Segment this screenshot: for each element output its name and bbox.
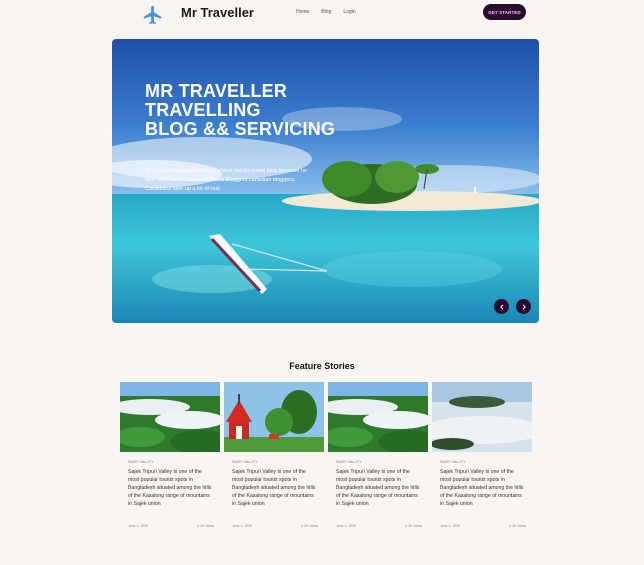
feature-stories-title: Feature Stories [289,361,355,371]
hero-description: When planning your next trip, check out … [145,168,308,192]
story-tag: SURY VALLEY [232,460,258,464]
story-views: 2.2K views [301,524,318,528]
get-started-button[interactable]: GET STARTED [483,4,526,20]
story-card[interactable]: SURY VALLEY Sajek Tripuri Valley is one … [224,382,324,532]
hero-title-line: BLOG && SERVICING [145,119,336,139]
airplane-icon[interactable] [142,4,164,26]
story-date: June 1, 2020 [336,524,357,528]
story-card[interactable]: SURY VALLEY Sajek Tripuri Valley is one … [432,382,532,532]
nav-link-home[interactable]: Home [296,9,309,15]
brand-name[interactable]: Mr Traveller [181,5,254,20]
story-image[interactable] [432,382,532,452]
story-description: Sajek Tripuri Valley is one of the most … [232,469,316,507]
chevron-right-icon [522,304,526,309]
story-tag: SURY VALLEY [128,460,154,464]
story-tag: SURY VALLEY [336,460,362,464]
chevron-left-icon [499,304,503,309]
story-date: June 4, 2020 [440,524,461,528]
story-image[interactable] [224,382,324,452]
story-views: 2.1K views [197,524,214,528]
prev-slide-button[interactable] [494,299,509,314]
navbar: Mr Traveller Home Blog Login GET STARTED [0,0,644,26]
story-views: 2.3K views [405,524,422,528]
hero-title-line: MR TRAVELLER [145,81,288,101]
hero-slider: MR TRAVELLER TRAVELLING BLOG && SERVICIN… [112,39,539,323]
story-description: Sajek Tripuri Valley is one of the most … [440,469,524,507]
nav-link-blog[interactable]: Blog [321,9,331,15]
next-slide-button[interactable] [516,299,531,314]
story-date: June 1, 2020 [232,524,253,528]
story-date: June 1, 2020 [128,524,149,528]
story-card[interactable]: SURY VALLEY Sajek Tripuri Valley is one … [120,382,220,532]
nav-links: Home Blog Login [296,9,356,15]
story-image[interactable] [328,382,428,452]
story-tag: SURY VALLEY [440,460,466,464]
story-views: 2.4K views [509,524,526,528]
story-card[interactable]: SURY VALLEY Sajek Tripuri Valley is one … [328,382,428,532]
story-description: Sajek Tripuri Valley is one of the most … [336,469,420,507]
hero-title-line: TRAVELLING [145,100,261,120]
story-image[interactable] [120,382,220,452]
story-description: Sajek Tripuri Valley is one of the most … [128,469,212,507]
nav-link-login[interactable]: Login [343,9,355,15]
hero-title: MR TRAVELLER TRAVELLING BLOG && SERVICIN… [145,82,335,139]
